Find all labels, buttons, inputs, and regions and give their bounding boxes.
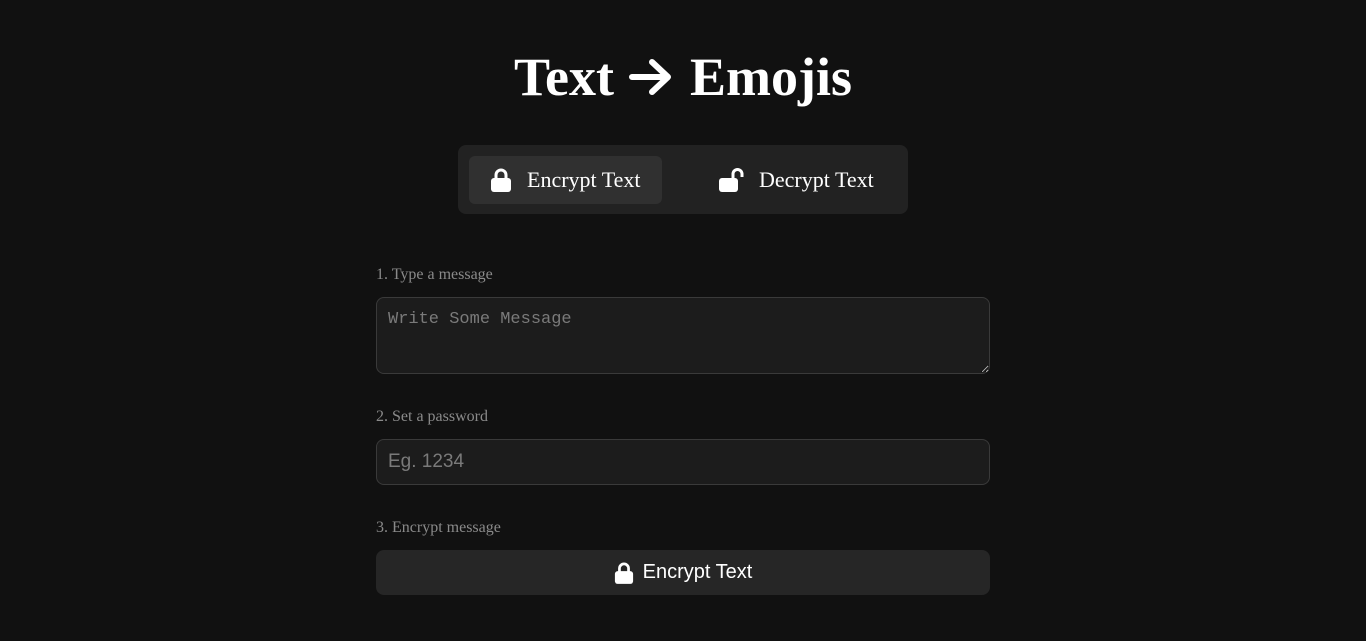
message-input[interactable] xyxy=(376,297,990,374)
encrypt-button-label: Encrypt Text xyxy=(642,561,753,583)
lock-icon xyxy=(491,168,511,192)
tab-encrypt[interactable]: Encrypt Text xyxy=(469,156,662,204)
title-text-right: Emojis xyxy=(690,47,852,107)
arrow-right-icon xyxy=(629,59,671,95)
page-title: Text Emojis xyxy=(0,44,1366,110)
tab-decrypt-label: Decrypt Text xyxy=(759,167,874,192)
mode-tabs: Encrypt Text Decrypt Text xyxy=(458,145,908,214)
password-input[interactable] xyxy=(376,439,990,485)
encrypt-button[interactable]: Encrypt Text xyxy=(376,550,990,595)
message-label: 1. Type a message xyxy=(376,266,493,283)
tab-decrypt[interactable]: Decrypt Text xyxy=(708,156,898,204)
encrypt-step-label: 3. Encrypt message xyxy=(376,519,501,536)
lock-icon xyxy=(614,562,633,584)
title-text-left: Text xyxy=(513,47,614,107)
password-label: 2. Set a password xyxy=(376,408,488,425)
unlock-icon xyxy=(719,168,744,192)
tab-encrypt-label: Encrypt Text xyxy=(527,167,641,192)
